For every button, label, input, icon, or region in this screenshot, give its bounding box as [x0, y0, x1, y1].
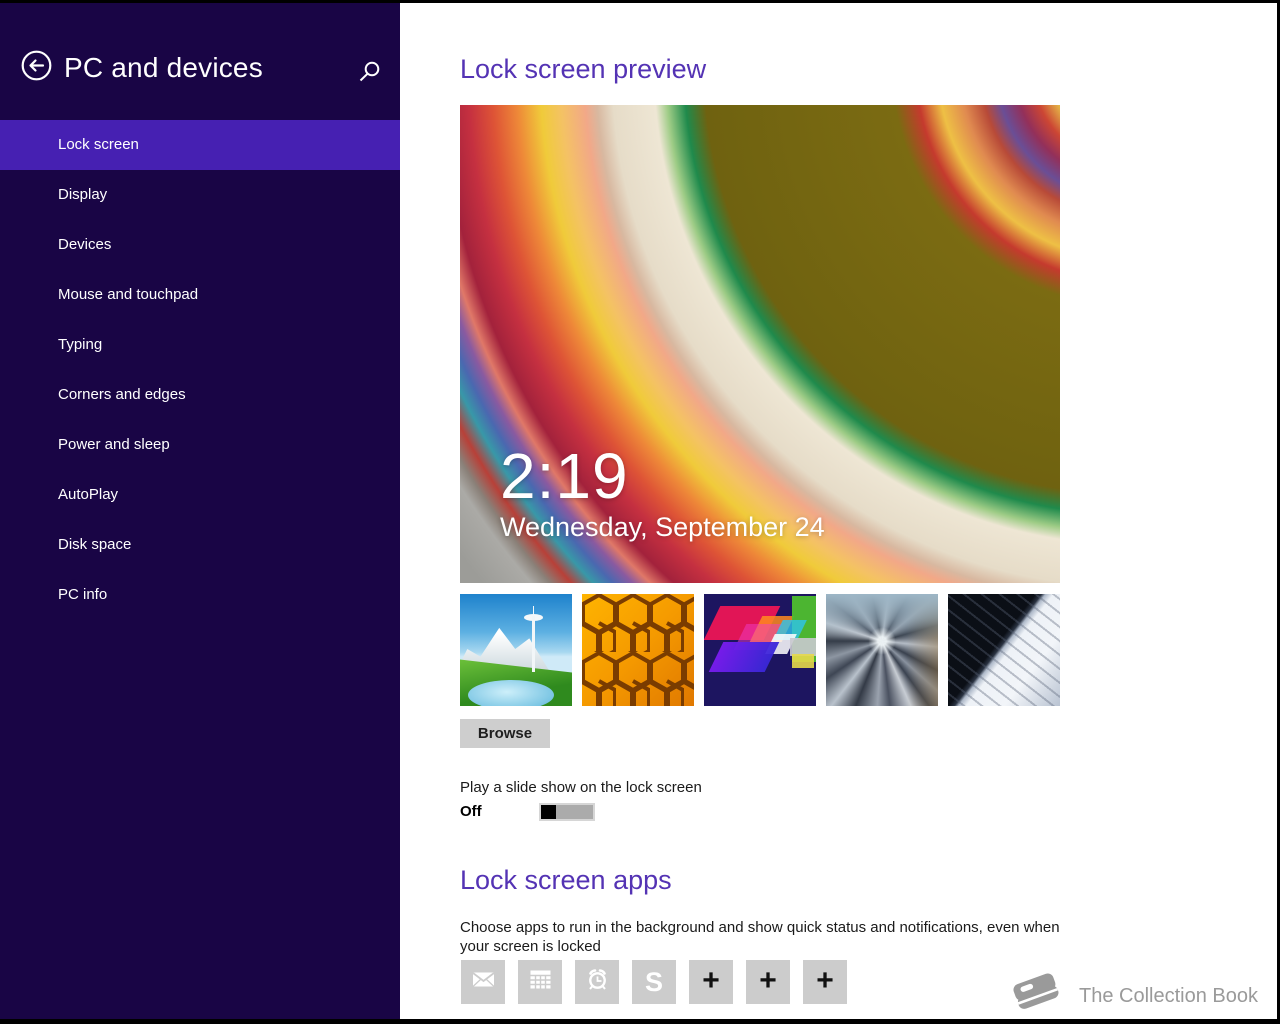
sidebar-item-power-sleep[interactable]: Power and sleep — [0, 420, 400, 470]
lock-screen-preview-heading: Lock screen preview — [460, 54, 707, 84]
space-needle-mast — [532, 616, 535, 672]
back-button[interactable] — [20, 50, 52, 86]
toggle-knob — [541, 805, 556, 819]
lock-app-slot-alarm[interactable] — [575, 960, 619, 1004]
browse-button[interactable]: Browse — [460, 719, 550, 748]
lock-app-slot-calendar[interactable] — [518, 960, 562, 1004]
sidebar-item-pc-info[interactable]: PC info — [0, 570, 400, 620]
mail-icon — [470, 966, 497, 998]
pond-shape — [468, 680, 554, 706]
skype-icon: S — [644, 966, 663, 997]
lock-screen-apps-description: Choose apps to run in the background and… — [460, 919, 1060, 955]
preview-clock-date: Wednesday, September 24 — [500, 512, 825, 542]
sidebar: PC and devices Lock screen Display Devic… — [0, 0, 400, 1024]
preview-clock: 2:19 Wednesday, September 24 — [500, 444, 825, 543]
thumbnail-train-tunnel[interactable] — [826, 594, 938, 706]
page-title: PC and devices — [64, 52, 263, 83]
lock-app-slot-mail[interactable] — [461, 960, 505, 1004]
plus-icon: + — [702, 963, 720, 997]
slideshow-toggle-state: Off — [460, 803, 482, 820]
sidebar-item-typing[interactable]: Typing — [0, 320, 400, 370]
sidebar-item-autoplay[interactable]: AutoPlay — [0, 470, 400, 520]
sidebar-item-corners-edges[interactable]: Corners and edges — [0, 370, 400, 420]
search-button[interactable] — [358, 60, 382, 84]
diamond-purple — [708, 642, 780, 672]
calendar-icon — [527, 966, 554, 998]
lock-app-slot-skype[interactable]: S — [632, 960, 676, 1004]
plus-icon: + — [816, 963, 834, 997]
sidebar-item-mouse-touchpad[interactable]: Mouse and touchpad — [0, 270, 400, 320]
alarm-clock-icon — [584, 966, 611, 998]
thumbnail-piano-keys[interactable] — [948, 594, 1060, 706]
book-icon — [1009, 968, 1065, 1024]
plus-icon: + — [759, 963, 777, 997]
slideshow-label: Play a slide show on the lock screen — [460, 779, 702, 796]
lock-app-slot-add-2[interactable]: + — [746, 960, 790, 1004]
pc-settings-screen: PC and devices Lock screen Display Devic… — [0, 0, 1280, 1024]
honeycomb-pattern — [582, 594, 694, 706]
lock-screen-preview-image: 2:19 Wednesday, September 24 — [460, 105, 1060, 583]
search-icon — [358, 61, 381, 87]
sidebar-item-devices[interactable]: Devices — [0, 220, 400, 270]
screen-edge-bottom — [0, 1019, 1280, 1024]
sidebar-item-display[interactable]: Display — [0, 170, 400, 220]
space-needle-spike — [533, 606, 534, 615]
thumbnail-colorful-diamonds[interactable] — [704, 594, 816, 706]
sidebar-item-disk-space[interactable]: Disk space — [0, 520, 400, 570]
watermark-label: The Collection Book — [1079, 984, 1258, 1007]
thumbnail-honeycomb[interactable] — [582, 594, 694, 706]
watermark: The Collection Book — [1009, 968, 1258, 1024]
screen-edge-top — [0, 0, 1280, 3]
slideshow-toggle[interactable] — [539, 803, 595, 821]
lock-app-slot-add-1[interactable]: + — [689, 960, 733, 1004]
thumbnail-seattle-space-needle[interactable] — [460, 594, 572, 706]
preview-clock-time: 2:19 — [500, 440, 629, 512]
lock-screen-apps-heading: Lock screen apps — [460, 865, 672, 895]
sidebar-item-lock-screen[interactable]: Lock screen — [0, 120, 400, 170]
lock-app-slot-add-3[interactable]: + — [803, 960, 847, 1004]
diamond-yellow — [792, 654, 814, 668]
sidebar-nav: Lock screen Display Devices Mouse and to… — [0, 120, 400, 620]
sidebar-header: PC and devices — [20, 50, 263, 86]
back-arrow-icon — [21, 50, 52, 86]
